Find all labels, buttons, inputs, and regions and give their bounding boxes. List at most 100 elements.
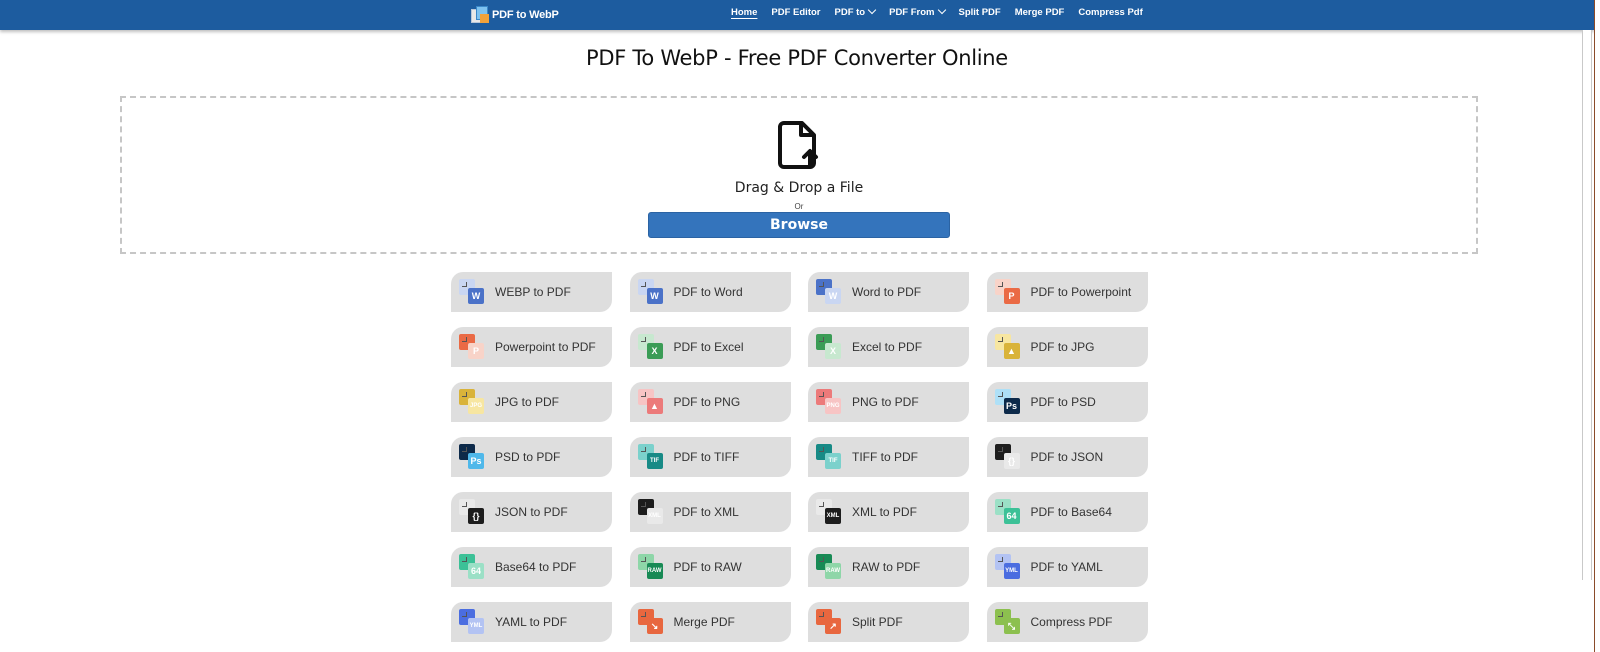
file-upload-icon <box>778 121 818 169</box>
tool-label: PDF to RAW <box>673 560 742 574</box>
nav-link-split-pdf[interactable]: Split PDF <box>952 1 1008 23</box>
nav-link-label: PDF From <box>889 6 935 18</box>
file-drop-zone[interactable]: Drag & Drop a File Or Browse <box>120 96 1478 254</box>
pdf-to-xml-icon: XML <box>637 498 665 526</box>
jpg-to-pdf-icon: JPG <box>458 388 486 416</box>
excel-to-pdf-icon: X <box>815 333 843 361</box>
tool-label: TIFF to PDF <box>852 450 918 464</box>
tool-label: Split PDF <box>852 615 903 629</box>
pdf-to-raw-icon: RAW <box>637 553 665 581</box>
tool-json-to-pdf[interactable]: {} JSON to PDF <box>451 492 612 532</box>
tool-psd-to-pdf[interactable]: Ps PSD to PDF <box>451 437 612 477</box>
nav-link-label: Compress Pdf <box>1078 6 1143 18</box>
nav-link-home[interactable]: Home <box>724 1 764 23</box>
tool-png-to-pdf[interactable]: PNG PNG to PDF <box>808 382 969 422</box>
tool-label: XML to PDF <box>852 505 917 519</box>
tool-jpg-to-pdf[interactable]: JPG JPG to PDF <box>451 382 612 422</box>
tool-label: PDF to TIFF <box>673 450 740 464</box>
browse-button[interactable]: Browse <box>648 212 950 238</box>
chevron-down-icon <box>937 5 946 15</box>
tool-pdf-to-excel[interactable]: X PDF to Excel <box>629 327 791 367</box>
xml-to-pdf-icon: XML <box>815 498 843 526</box>
split-pdf-icon: ↗ <box>815 608 843 636</box>
nav-link-label: Home <box>731 6 758 18</box>
nav-link-pdf-from[interactable]: PDF From <box>882 1 951 23</box>
tool-pdf-to-psd[interactable]: Ps PDF to PSD <box>986 382 1148 422</box>
tool-split-pdf[interactable]: ↗ Split PDF <box>808 602 969 642</box>
tool-tiff-to-pdf[interactable]: TIF TIFF to PDF <box>808 437 969 477</box>
tool-label: RAW to PDF <box>852 560 921 574</box>
tool-label: PDF to Powerpoint <box>1030 285 1132 299</box>
logo-icon <box>470 5 490 25</box>
webp-to-pdf-icon: W <box>458 278 486 306</box>
nav-link-label: Split PDF <box>958 6 1001 18</box>
tiff-to-pdf-icon: TIF <box>815 443 843 471</box>
pdf-to-yaml-icon: YML <box>994 553 1022 581</box>
tool-word-to-pdf[interactable]: W Word to PDF <box>808 272 969 312</box>
tool-label: PDF to YAML <box>1030 560 1103 574</box>
yaml-to-pdf-icon: YML <box>458 608 486 636</box>
tool-yaml-to-pdf[interactable]: YML YAML to PDF <box>451 602 612 642</box>
top-navbar: PDF to WebP Home PDF Editor PDF to PDF From… <box>0 0 1594 30</box>
pdf-to-json-icon: {} <box>994 443 1022 471</box>
tool-label: Word to PDF <box>852 285 922 299</box>
chevron-down-icon <box>867 5 877 15</box>
merge-pdf-icon: ↘ <box>637 608 665 636</box>
tool-pdf-to-xml[interactable]: XML PDF to XML <box>629 492 791 532</box>
compress-pdf-icon: ⤡ <box>994 608 1022 636</box>
nav-link-label: PDF to <box>834 6 866 18</box>
or-separator: Or <box>794 202 804 211</box>
pdf-to-excel-icon: X <box>637 333 665 361</box>
tool-grid: W WEBP to PDF W PDF to Word W Word to PDF P PDF… <box>451 272 1148 642</box>
tool-excel-to-pdf[interactable]: X Excel to PDF <box>808 327 969 367</box>
powerpoint-to-pdf-icon: P <box>458 333 486 361</box>
psd-to-pdf-icon: Ps <box>458 443 486 471</box>
tool-label: Excel to PDF <box>852 340 923 354</box>
nav-link-merge-pdf[interactable]: Merge PDF <box>1008 1 1072 23</box>
pdf-to-word-icon: W <box>637 278 665 306</box>
tool-pdf-to-powerpoint[interactable]: P PDF to Powerpoint <box>986 272 1148 312</box>
tool-webp-to-pdf[interactable]: W WEBP to PDF <box>451 272 612 312</box>
pdf-to-png-icon: ▲ <box>637 388 665 416</box>
tool-label: WEBP to PDF <box>495 285 571 299</box>
nav-link-label: PDF Editor <box>771 6 821 18</box>
tool-pdf-to-base64[interactable]: 64 PDF to Base64 <box>986 492 1148 532</box>
tool-pdf-to-json[interactable]: {} PDF to JSON <box>986 437 1148 477</box>
pdf-to-tiff-icon: TIF <box>637 443 665 471</box>
tool-label: PDF to PSD <box>1030 395 1096 409</box>
nav-link-compress-pdf[interactable]: Compress Pdf <box>1071 1 1149 23</box>
tool-pdf-to-jpg[interactable]: ▲ PDF to JPG <box>986 327 1148 367</box>
pdf-to-powerpoint-icon: P <box>994 278 1022 306</box>
site-logo[interactable]: PDF to WebP <box>470 4 559 26</box>
tool-label: PDF to JSON <box>1030 450 1104 464</box>
base64-to-pdf-icon: 64 <box>458 553 486 581</box>
tool-xml-to-pdf[interactable]: XML XML to PDF <box>808 492 969 532</box>
tool-label: PSD to PDF <box>495 450 561 464</box>
tool-label: Powerpoint to PDF <box>495 340 596 354</box>
tool-powerpoint-to-pdf[interactable]: P Powerpoint to PDF <box>451 327 612 367</box>
scrollbar[interactable] <box>1582 30 1592 652</box>
tool-pdf-to-tiff[interactable]: TIF PDF to TIFF <box>629 437 791 477</box>
nav-link-pdf-editor[interactable]: PDF Editor <box>764 1 827 23</box>
nav-link-pdf-to[interactable]: PDF to <box>828 1 883 23</box>
tool-label: PNG to PDF <box>852 395 919 409</box>
tool-label: YAML to PDF <box>495 615 568 629</box>
tool-merge-pdf[interactable]: ↘ Merge PDF <box>629 602 791 642</box>
tool-pdf-to-yaml[interactable]: YML PDF to YAML <box>986 547 1148 587</box>
tool-label: Base64 to PDF <box>495 560 577 574</box>
tool-pdf-to-raw[interactable]: RAW PDF to RAW <box>629 547 791 587</box>
tool-label: PDF to Excel <box>673 340 744 354</box>
tool-base64-to-pdf[interactable]: 64 Base64 to PDF <box>451 547 612 587</box>
tool-label: Merge PDF <box>673 615 735 629</box>
tool-label: PDF to PNG <box>673 395 741 409</box>
tool-label: PDF to Word <box>673 285 743 299</box>
tool-raw-to-pdf[interactable]: RAW RAW to PDF <box>808 547 969 587</box>
tool-pdf-to-png[interactable]: ▲ PDF to PNG <box>629 382 791 422</box>
tool-pdf-to-word[interactable]: W PDF to Word <box>629 272 791 312</box>
tool-compress-pdf[interactable]: ⤡ Compress PDF <box>986 602 1148 642</box>
raw-to-pdf-icon: RAW <box>815 553 843 581</box>
drop-instruction: Drag & Drop a File <box>734 180 864 196</box>
scrollbar-thumb[interactable] <box>1582 30 1592 580</box>
pdf-to-jpg-icon: ▲ <box>994 333 1022 361</box>
json-to-pdf-icon: {} <box>458 498 486 526</box>
